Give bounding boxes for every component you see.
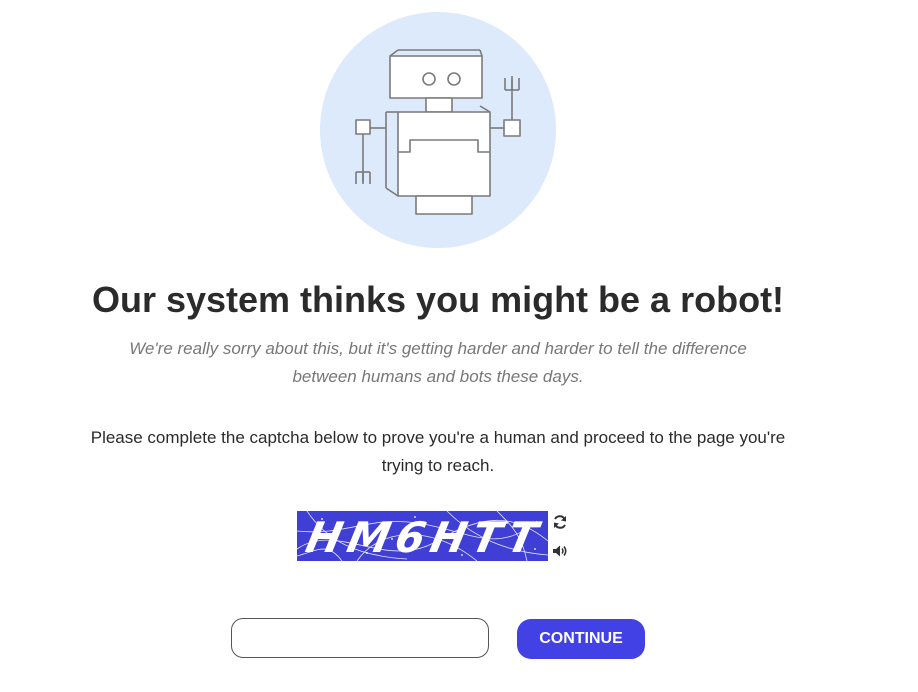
speaker-icon[interactable] xyxy=(552,543,568,559)
refresh-icon[interactable] xyxy=(552,514,568,530)
captcha-page: Our system thinks you might be a robot! … xyxy=(0,0,918,692)
captcha-characters: HM6HTT xyxy=(301,513,548,561)
page-title: Our system thinks you might be a robot! xyxy=(91,279,785,320)
captcha-answer-input[interactable] xyxy=(231,618,489,658)
continue-button[interactable]: CONTINUE xyxy=(517,619,645,659)
apology-text: We're really sorry about this, but it's … xyxy=(129,339,747,386)
robot-icon xyxy=(355,49,521,215)
captcha-image: HM6HTT xyxy=(297,511,548,561)
instructions-text: Please complete the captcha below to pro… xyxy=(90,428,786,475)
robot-illustration xyxy=(320,12,556,248)
